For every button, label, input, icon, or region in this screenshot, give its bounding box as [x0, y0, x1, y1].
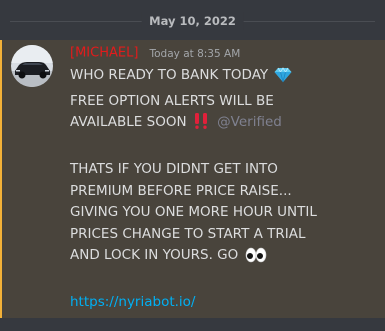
- message-text: PREMIUM BEFORE PRICE RAISE...: [70, 182, 292, 199]
- mention-highlight-bar: [0, 40, 2, 318]
- message-line: PREMIUM BEFORE PRICE RAISE...: [70, 181, 375, 203]
- chat-background: [0, 318, 385, 331]
- car-avatar-icon: [11, 45, 53, 87]
- message-link[interactable]: https://nyriabot.io/: [70, 294, 195, 310]
- message-line: PRICES CHANGE TO START A TRIAL: [70, 224, 375, 246]
- gem-icon: [274, 67, 292, 91]
- date-divider: May 10, 2022: [0, 0, 385, 40]
- message-text: WHO READY TO BANK TODAY: [70, 67, 269, 83]
- message-line: THATS IF YOU DIDNT GET INTO: [70, 159, 375, 181]
- message-timestamp[interactable]: Today at 8:35 AM: [150, 48, 241, 60]
- message-text: AVAILABLE SOON: [70, 114, 187, 130]
- avatar[interactable]: [11, 45, 53, 87]
- message-header: [MICHAEL] Today at 8:35 AM: [70, 43, 240, 63]
- message-text: THATS IF YOU DIDNT GET INTO: [70, 161, 278, 177]
- message-line: GIVING YOU ONE MORE HOUR UNTIL: [70, 202, 375, 224]
- message-line: WHO READY TO BANK TODAY: [70, 65, 375, 91]
- author-name[interactable]: [MICHAEL]: [70, 46, 138, 61]
- role-mention[interactable]: @Verified: [217, 114, 282, 130]
- message-text: AND LOCK IN YOURS. GO: [70, 247, 239, 263]
- message-line: https://nyriabot.io/: [70, 292, 375, 314]
- message-line: AVAILABLE SOON @Verified: [70, 112, 375, 138]
- message-text: FREE OPTION ALERTS WILL BE: [70, 92, 274, 109]
- eyes-icon: [245, 247, 267, 271]
- message-content: WHO READY TO BANK TODAY FREE OPTION ALER…: [70, 65, 375, 314]
- message-line: FREE OPTION ALERTS WILL BE: [70, 91, 375, 113]
- divider-date: May 10, 2022: [141, 12, 244, 30]
- message-text: PRICES CHANGE TO START A TRIAL: [70, 225, 306, 242]
- double-exclamation-icon: [193, 112, 209, 138]
- message-text: GIVING YOU ONE MORE HOUR UNTIL: [70, 204, 317, 220]
- chat-message[interactable]: [MICHAEL] Today at 8:35 AM WHO READY TO …: [0, 40, 385, 318]
- message-line: AND LOCK IN YOURS. GO: [70, 245, 375, 271]
